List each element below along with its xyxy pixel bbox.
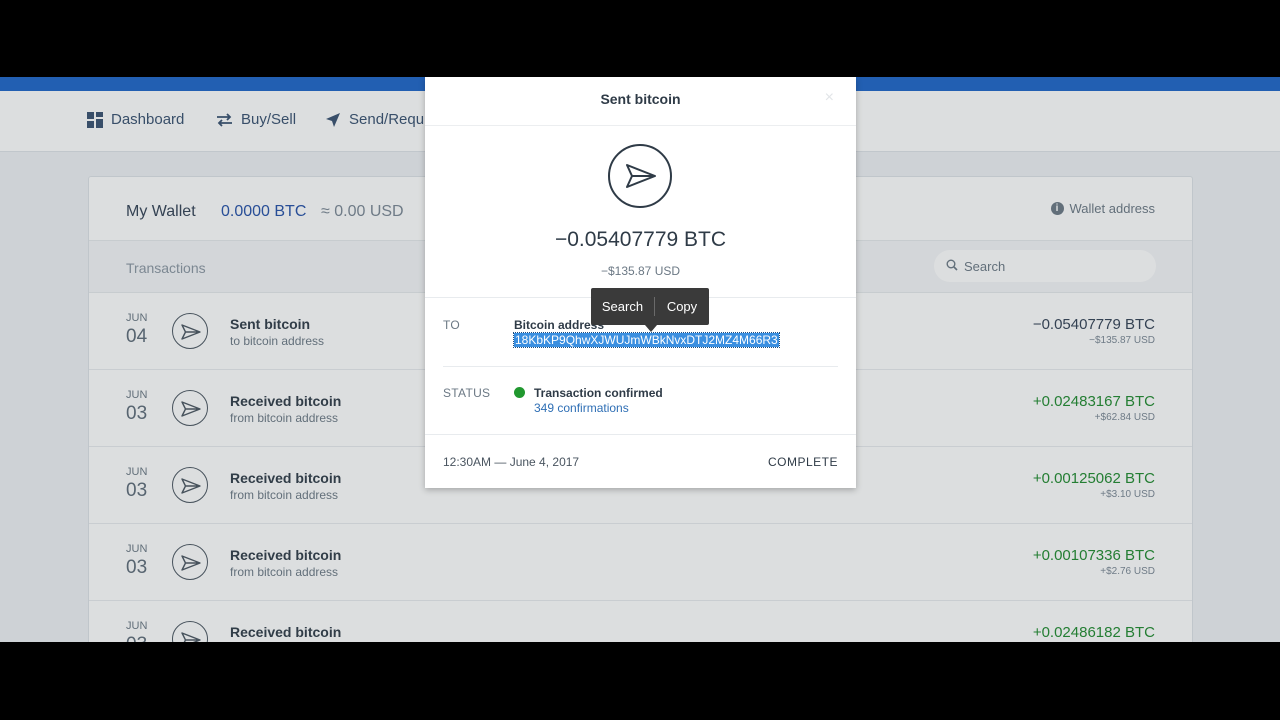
context-menu-pointer bbox=[645, 325, 657, 332]
modal-divider bbox=[425, 434, 856, 435]
selection-context-menu: Search Copy bbox=[591, 288, 709, 332]
close-icon[interactable]: × bbox=[825, 89, 834, 107]
modal-title: Sent bitcoin bbox=[600, 91, 681, 107]
status-text: Transaction confirmed bbox=[534, 386, 663, 400]
transaction-detail-modal: Sent bitcoin × −0.05407779 BTC −$135.87 … bbox=[425, 77, 856, 488]
app-screen: Dashboard Buy/Sell Send/Requ My Wallet 0… bbox=[0, 77, 1280, 642]
modal-divider bbox=[425, 125, 856, 126]
modal-divider bbox=[443, 366, 838, 367]
status-label: STATUS bbox=[443, 386, 491, 400]
transaction-datetime: 12:30AM — June 4, 2017 bbox=[443, 455, 580, 469]
bitcoin-address-selected[interactable]: 18KbKP9QhwXJWUJmWBkNvxDTJ2MZ4M66R3 bbox=[513, 332, 780, 348]
context-copy-button[interactable]: Copy bbox=[655, 288, 709, 325]
transaction-state: COMPLETE bbox=[767, 455, 838, 469]
modal-btc-amount: −0.05407779 BTC bbox=[554, 228, 727, 251]
to-label: TO bbox=[443, 318, 461, 332]
modal-usd-amount: −$135.87 USD bbox=[600, 264, 681, 278]
sent-paper-plane-icon bbox=[608, 144, 672, 208]
context-search-button[interactable]: Search bbox=[591, 288, 654, 325]
confirmations-link[interactable]: 349 confirmations bbox=[534, 401, 629, 415]
status-ok-icon bbox=[514, 387, 525, 398]
